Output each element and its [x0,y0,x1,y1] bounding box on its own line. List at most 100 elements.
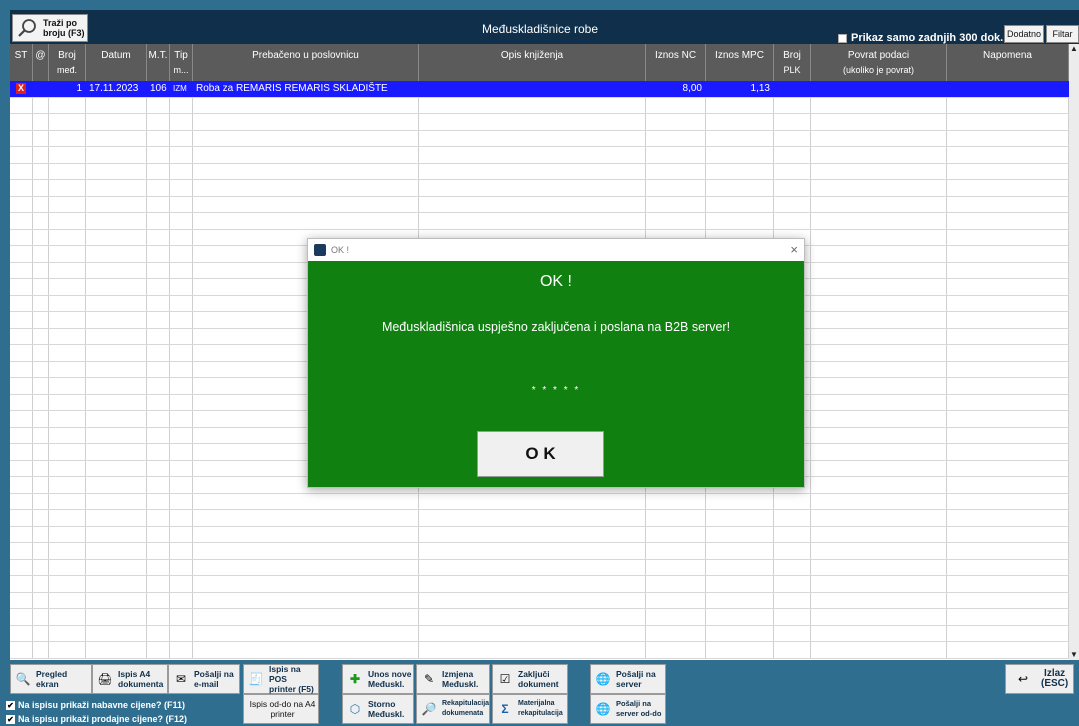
cell-st [10,493,33,509]
cell-mt [147,312,170,328]
cell-iznos_nc [646,213,706,229]
cell-plk [774,543,811,559]
column-header[interactable]: Tip m... [170,44,193,81]
close-document-button[interactable]: ☑ Zaključi dokument [492,664,568,694]
column-header[interactable]: M.T. [147,44,170,81]
cell-prebaceno [193,576,419,592]
cell-tip [170,510,193,526]
print-a4-label: Ispis A4 dokumenta [118,669,164,689]
cancel-transfer-button[interactable]: ⬡ Storno Međuskl. [342,694,414,724]
cell-st [10,196,33,212]
column-header[interactable]: Opis knjiženja [419,44,646,81]
cell-iznos_mpc [706,147,774,163]
scroll-up-icon[interactable]: ▲ [1069,44,1079,54]
cell-iznos_nc [646,576,706,592]
checkbox-icon [838,33,847,43]
cell-plk [774,576,811,592]
last300-checkbox[interactable]: Prikaz samo zadnjih 300 dok. [838,32,1003,44]
close-icon[interactable]: × [790,242,798,257]
table-row[interactable] [10,130,1069,147]
column-header-label: Prebačeno u poslovnicu [252,50,359,61]
cell-povrat [811,114,947,130]
cell-iznos_mpc [706,180,774,196]
send-server-range-button[interactable]: 🌐 Pošalji na server od-do [590,694,666,724]
send-email-button[interactable]: ✉ Pošalji na e-mail [168,664,240,694]
send-server-button[interactable]: 🌐 Pošalji na server [590,664,666,694]
edit-transfer-button[interactable]: ✎ Izmjena Međuskl. [416,664,490,694]
column-header[interactable]: Iznos MPC [706,44,774,81]
exit-button[interactable]: ↩ Izlaz (ESC) [1005,664,1074,694]
table-row[interactable] [10,592,1069,609]
last300-label: Prikaz samo zadnjih 300 dok. [851,32,1004,44]
table-row[interactable] [10,625,1069,642]
cell-prebaceno [193,130,419,146]
recap-documents-button[interactable]: 🔎 Rekapitulacija dokumenata [416,694,490,724]
column-header[interactable]: Datum [86,44,147,81]
new-transfer-button[interactable]: ✚ Unos nove Međuskl. [342,664,414,694]
cell-napomena [947,477,1069,493]
column-header[interactable]: Prebačeno u poslovnicu [193,44,419,81]
table-row[interactable] [10,609,1069,626]
cell-napomena [947,394,1069,410]
column-header-sublabel: m... [173,65,189,75]
table-row[interactable] [10,180,1069,197]
cell-tip [170,328,193,344]
column-header[interactable]: Broj PLK [774,44,811,81]
column-header[interactable]: Broj međ. [49,44,86,81]
show-purchase-prices-checkbox[interactable]: ✔ Na ispisu prikaži nabavne cijene? (F11… [6,700,185,710]
cell-mt [147,328,170,344]
cell-napomena [947,444,1069,460]
column-header[interactable]: @ [33,44,49,81]
cell-at [33,576,49,592]
scroll-down-icon[interactable]: ▼ [1069,650,1079,660]
table-row[interactable] [10,543,1069,560]
material-recap-button[interactable]: Σ Materijalna rekapitulacija [492,694,568,724]
cell-plk [774,510,811,526]
column-header-label: ST [14,50,28,61]
cell-napomena [947,213,1069,229]
print-a4-button[interactable]: 🖨 Ispis A4 dokumenta [92,664,168,694]
preview-screen-button[interactable]: 🔍 Pregled ekran [10,664,92,694]
column-header[interactable]: ST [10,44,33,81]
table-row[interactable] [10,642,1069,659]
column-header[interactable]: Povrat podaci (ukoliko je povrat) [811,44,947,81]
cell-napomena [947,609,1069,625]
table-row[interactable] [10,559,1069,576]
table-row[interactable] [10,510,1069,527]
table-row[interactable] [10,97,1069,114]
cell-napomena [947,312,1069,328]
print-pos-button[interactable]: 🧾 Ispis na POS printer (F5) [243,664,319,694]
table-row[interactable] [10,196,1069,213]
table-row[interactable] [10,114,1069,131]
additional-button[interactable]: Dodatno [1004,25,1044,43]
printer-icon: 🖨 [97,672,113,686]
search-by-number-button[interactable]: Traži po broju (F3) [12,14,88,42]
cell-st [10,592,33,608]
table-row[interactable] [10,576,1069,593]
cell-st [10,543,33,559]
ok-button[interactable]: O K [477,431,604,477]
filter-button[interactable]: Filtar [1046,25,1079,43]
cell-napomena [947,97,1069,113]
table-row[interactable] [10,213,1069,230]
table-row[interactable]: X 1 17.11.2023 106 IZM Roba za REMARIS REMARI… [10,81,1069,98]
cell-mt [147,295,170,311]
column-header-label: M.T. [148,50,168,61]
column-header[interactable]: Napomena [947,44,1069,81]
table-row[interactable] [10,147,1069,164]
table-row[interactable] [10,493,1069,510]
cell-prebaceno [193,526,419,542]
show-retail-prices-checkbox[interactable]: ✔ Na ispisu prikaži prodajne cijene? (F1… [6,714,187,724]
cell-napomena [947,592,1069,608]
cell-broj [49,543,86,559]
cell-st [10,510,33,526]
table-row[interactable] [10,163,1069,180]
vertical-scrollbar[interactable]: ▲ ▼ [1069,44,1079,660]
add-icon: ✚ [349,672,361,686]
table-row[interactable] [10,526,1069,543]
print-range-a4-button[interactable]: Ispis od-do na A4 printer [243,694,319,724]
cell-datum [86,576,147,592]
cell-napomena [947,526,1069,542]
cell-iznos_nc [646,526,706,542]
column-header[interactable]: Iznos NC [646,44,706,81]
